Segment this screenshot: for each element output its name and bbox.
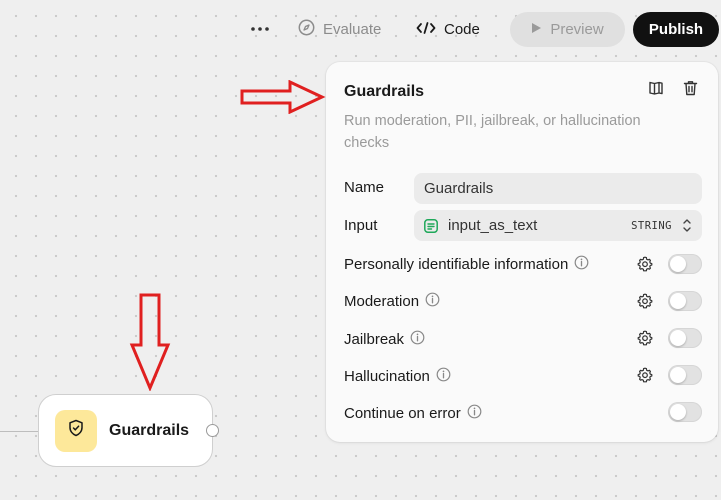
check-label-text: Jailbreak — [344, 331, 405, 348]
check-label-moderation: Moderation — [344, 292, 440, 311]
hallucination-settings-icon[interactable] — [637, 367, 653, 383]
moderation-toggle[interactable] — [668, 291, 702, 311]
code-button[interactable]: Code — [416, 12, 480, 47]
shield-check-icon — [68, 419, 84, 442]
text-variable-icon — [424, 218, 438, 233]
annotation-arrow-down-icon — [129, 293, 171, 396]
code-icon — [416, 21, 436, 39]
publish-button[interactable]: Publish — [633, 12, 719, 47]
moderation-settings-icon[interactable] — [637, 293, 653, 309]
name-label: Name — [344, 179, 385, 196]
check-label-text: Personally identifiable information — [344, 256, 569, 273]
check-label-text: Hallucination — [344, 368, 430, 385]
continue-on-error-toggle[interactable] — [668, 402, 702, 422]
jailbreak-toggle[interactable] — [668, 328, 702, 348]
panel-description: Run moderation, PII, jailbreak, or hallu… — [344, 113, 641, 151]
node-icon-tile — [55, 409, 97, 452]
jailbreak-settings-icon[interactable] — [637, 330, 653, 346]
input-select[interactable]: input_as_text STRING — [414, 210, 702, 241]
pii-settings-icon[interactable] — [637, 256, 653, 272]
trash-icon[interactable] — [682, 79, 698, 97]
info-icon[interactable] — [467, 404, 482, 423]
docs-icon[interactable] — [648, 79, 664, 97]
check-label-text: Moderation — [344, 293, 420, 310]
check-label-pii: Personally identifiable information — [344, 255, 589, 274]
top-toolbar: Evaluate Code Preview Publish — [0, 0, 721, 60]
evaluate-button[interactable]: Evaluate — [298, 12, 381, 47]
name-field[interactable]: Guardrails — [414, 173, 702, 204]
guardrails-node[interactable]: Guardrails — [38, 394, 219, 467]
input-type-badge: STRING — [631, 219, 672, 232]
hallucination-toggle[interactable] — [668, 365, 702, 385]
check-label-hallucination: Hallucination — [344, 367, 451, 386]
annotation-arrow-right-icon — [240, 79, 326, 119]
info-icon[interactable] — [410, 330, 425, 349]
preview-button[interactable]: Preview — [510, 12, 625, 47]
compass-icon — [298, 19, 315, 40]
name-value: Guardrails — [424, 180, 494, 197]
code-label: Code — [444, 21, 480, 38]
preview-label: Preview — [550, 21, 604, 38]
info-icon[interactable] — [574, 255, 589, 274]
check-label-text: Continue on error — [344, 405, 461, 422]
play-icon — [531, 21, 542, 38]
info-icon[interactable] — [436, 367, 451, 386]
info-icon[interactable] — [425, 292, 440, 311]
check-label-continue-on-error: Continue on error — [344, 404, 482, 423]
check-label-jailbreak: Jailbreak — [344, 330, 425, 349]
input-value: input_as_text — [448, 217, 538, 234]
output-port[interactable] — [206, 424, 219, 437]
more-options-icon[interactable] — [246, 14, 274, 44]
panel-title: Guardrails — [344, 83, 425, 100]
pii-toggle[interactable] — [668, 254, 702, 274]
guardrails-properties-panel: Guardrails Run moderation, PII, jailbrea… — [326, 62, 718, 442]
chevron-up-down-icon — [682, 218, 692, 237]
incoming-edge — [0, 431, 40, 432]
publish-label: Publish — [648, 21, 704, 38]
evaluate-label: Evaluate — [323, 21, 382, 38]
node-label: Guardrails — [109, 421, 190, 439]
input-label: Input — [344, 217, 378, 234]
